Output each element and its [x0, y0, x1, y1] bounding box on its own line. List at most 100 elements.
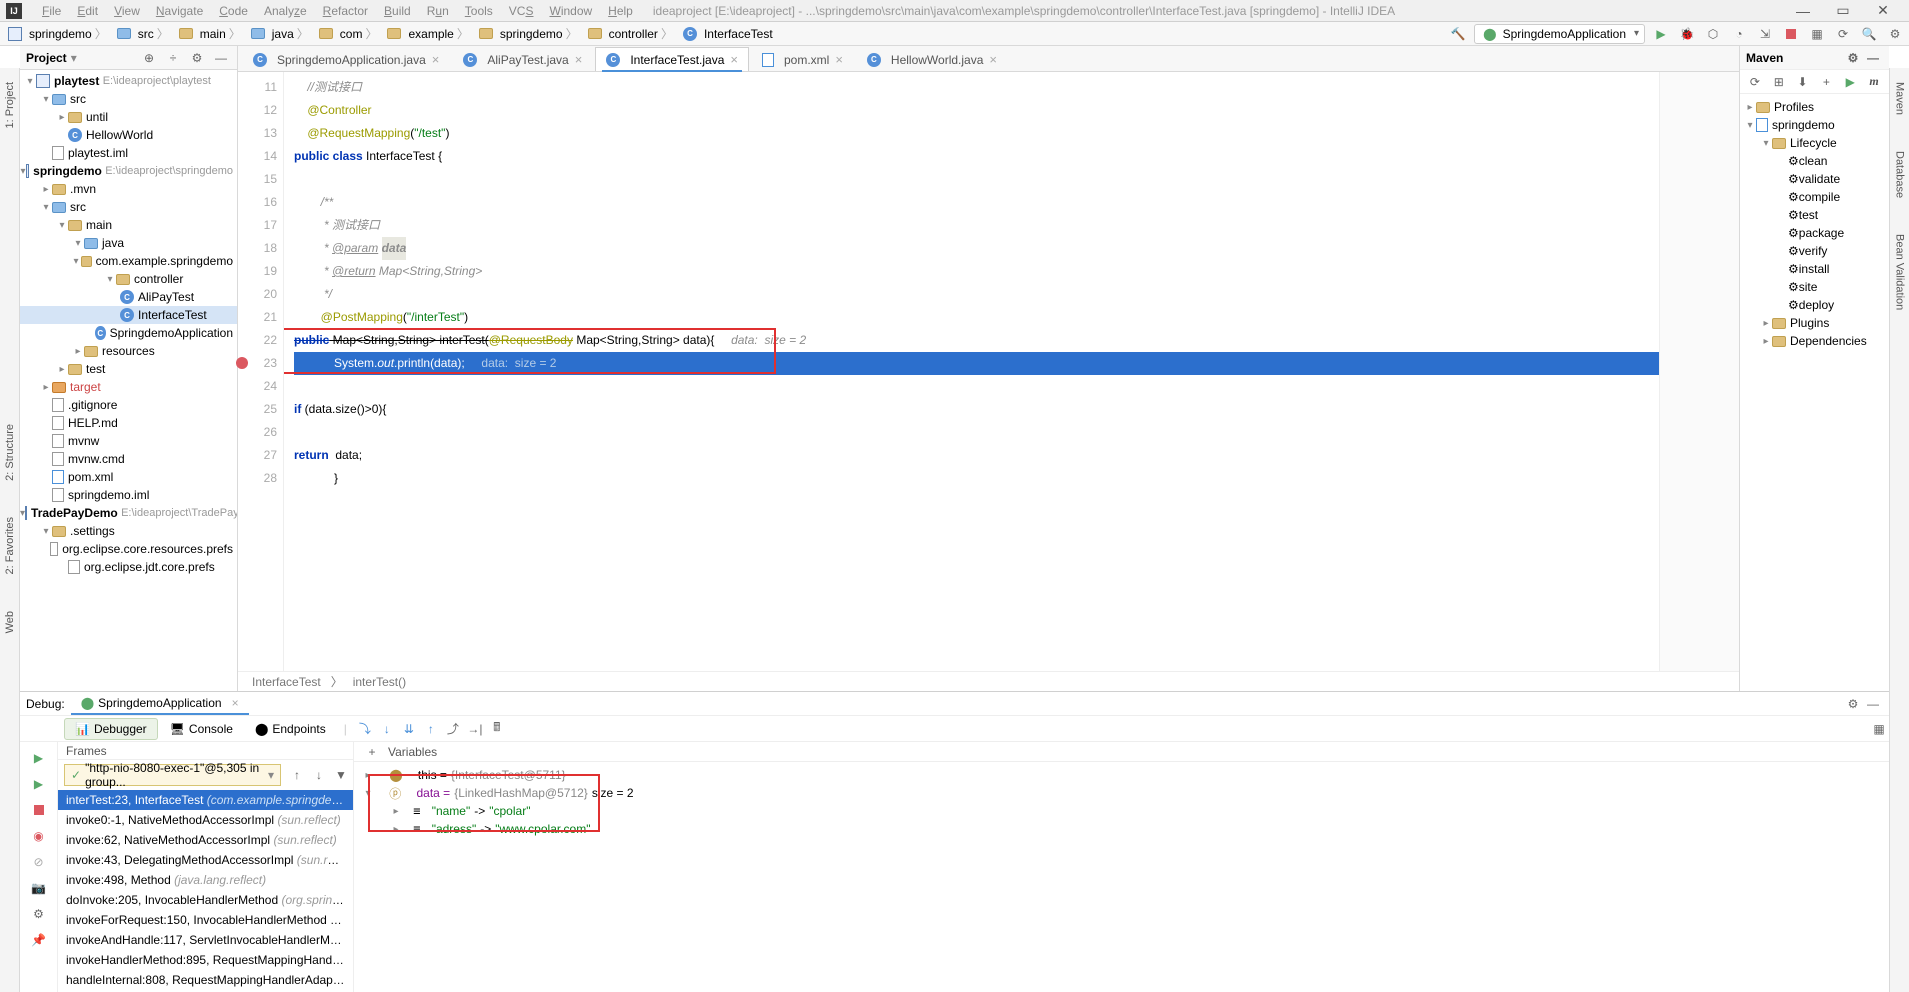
menu-file[interactable]: File: [34, 1, 69, 21]
stripe-project[interactable]: 1: Project: [2, 76, 18, 134]
maven-hide-icon[interactable]: —: [1863, 48, 1883, 68]
tab-helloworld[interactable]: CHellowWorld.java×: [856, 47, 1008, 71]
tab-springdemoapplication[interactable]: CSpringdemoApplication.java×: [242, 47, 450, 71]
menu-build[interactable]: Build: [376, 1, 419, 21]
maven-refresh-icon[interactable]: ⟳: [1746, 72, 1764, 92]
menu-vcs[interactable]: VCS: [501, 1, 542, 21]
add-watch-icon[interactable]: +: [362, 742, 382, 762]
view-breakpoints-icon[interactable]: ◉: [29, 826, 49, 846]
menu-view[interactable]: View: [106, 1, 148, 21]
endpoints-tab[interactable]: ⬤ Endpoints: [245, 719, 336, 739]
settings-gear-icon[interactable]: ⚙: [29, 904, 49, 924]
drop-frame-icon[interactable]: ⤴: [443, 719, 463, 739]
menu-tools[interactable]: Tools: [457, 1, 501, 21]
close-icon[interactable]: ×: [989, 52, 997, 67]
breadcrumb-src[interactable]: src〉: [113, 25, 173, 42]
menu-edit[interactable]: Edit: [69, 1, 106, 21]
close-icon[interactable]: ×: [835, 52, 843, 67]
step-into-icon[interactable]: ↓: [377, 719, 397, 739]
coverage-button[interactable]: ⬡: [1703, 24, 1723, 44]
force-step-into-icon[interactable]: ⇊: [399, 719, 419, 739]
breadcrumb-java[interactable]: java〉: [247, 25, 313, 42]
menu-window[interactable]: Window: [541, 1, 600, 21]
stop-icon[interactable]: [29, 800, 49, 820]
filter-frames-icon[interactable]: ▼: [331, 765, 351, 785]
close-icon[interactable]: ×: [432, 52, 440, 67]
editor-gutter[interactable]: 111213 141516 171819 202122 23 242526 27…: [238, 72, 284, 671]
menu-help[interactable]: Help: [600, 1, 641, 21]
build-button[interactable]: 🔨: [1448, 24, 1468, 44]
profile-button[interactable]: ◔: [1729, 24, 1749, 44]
layout-icon[interactable]: ▦: [1869, 719, 1889, 739]
maven-m-icon[interactable]: m: [1865, 72, 1883, 92]
project-select-target-icon[interactable]: ⊕: [139, 48, 159, 68]
stripe-database[interactable]: Database: [1892, 145, 1908, 204]
code-editor[interactable]: //测试接口 @Controller @RequestMapping("/tes…: [284, 72, 1659, 671]
maven-download-icon[interactable]: ⬇: [1794, 72, 1812, 92]
stripe-web[interactable]: Web: [2, 605, 18, 639]
variables-list[interactable]: ▸ ⬤ this = {InterfaceTest@5711} ▾ ⓟ data…: [354, 762, 1889, 842]
close-icon[interactable]: ×: [232, 696, 239, 710]
menu-analyze[interactable]: Analyze: [256, 1, 315, 21]
settings-button[interactable]: ⚙: [1885, 24, 1905, 44]
project-tree[interactable]: ▾playtest E:\ideaproject\playtest ▾src ▸…: [20, 70, 237, 691]
thread-selector[interactable]: ✓"http-nio-8080-exec-1"@5,305 in group..…: [64, 764, 281, 786]
search-everywhere-button[interactable]: 🔍: [1859, 24, 1879, 44]
menu-refactor[interactable]: Refactor: [315, 1, 376, 21]
menu-navigate[interactable]: Navigate: [148, 1, 211, 21]
stripe-favorites[interactable]: 2: Favorites: [2, 511, 18, 580]
run-to-cursor-icon[interactable]: →|: [465, 719, 485, 739]
run-button[interactable]: ▶: [1651, 24, 1671, 44]
step-out-icon[interactable]: ↑: [421, 719, 441, 739]
stripe-structure[interactable]: 2: Structure: [2, 418, 18, 487]
menu-run[interactable]: Run: [419, 1, 457, 21]
debugger-tab[interactable]: 📊 Debugger: [64, 718, 158, 740]
debug-session-tab[interactable]: ⬤ SpringdemoApplication ×: [71, 693, 249, 715]
close-icon[interactable]: ×: [730, 52, 738, 67]
breadcrumb-springdemo[interactable]: springdemo〉: [4, 25, 111, 42]
project-expand-icon[interactable]: ÷: [163, 48, 183, 68]
breadcrumb-com[interactable]: com〉: [315, 25, 382, 42]
mute-breakpoints-icon[interactable]: ⊘: [29, 852, 49, 872]
layout-button[interactable]: ▦: [1807, 24, 1827, 44]
breadcrumb-interfacetest[interactable]: CInterfaceTest: [679, 27, 777, 41]
close-icon[interactable]: ×: [575, 52, 583, 67]
debug-button[interactable]: 🐞: [1677, 24, 1697, 44]
update-button[interactable]: ⟳: [1833, 24, 1853, 44]
pin-icon[interactable]: 📌: [29, 930, 49, 950]
breakpoint-icon[interactable]: [236, 357, 248, 369]
menu-code[interactable]: Code: [211, 1, 256, 21]
maven-generate-icon[interactable]: ⊞: [1770, 72, 1788, 92]
step-over-icon[interactable]: ⤵: [355, 719, 375, 739]
maven-settings-icon[interactable]: ⚙: [1843, 48, 1863, 68]
breadcrumb-main[interactable]: main〉: [175, 25, 245, 42]
frames-list[interactable]: interTest:23, InterfaceTest (com.example…: [58, 790, 353, 992]
maven-run-icon[interactable]: ▶: [1841, 72, 1859, 92]
prev-frame-icon[interactable]: ↑: [287, 765, 307, 785]
project-settings-icon[interactable]: ⚙: [187, 48, 207, 68]
stripe-maven[interactable]: Maven: [1892, 76, 1908, 121]
rerun-icon[interactable]: ▶: [29, 748, 49, 768]
tab-pom[interactable]: pom.xml×: [751, 47, 854, 71]
window-minimize-button[interactable]: —: [1783, 3, 1823, 19]
tab-interfacetest[interactable]: CInterfaceTest.java×: [595, 47, 749, 71]
breadcrumb-controller[interactable]: controller〉: [584, 25, 677, 42]
breadcrumb-springdemo-pkg[interactable]: springdemo〉: [475, 25, 582, 42]
editor-minimap[interactable]: [1659, 72, 1739, 671]
next-frame-icon[interactable]: ↓: [309, 765, 329, 785]
console-tab[interactable]: 🖥 Console: [160, 719, 243, 739]
maven-add-icon[interactable]: +: [1817, 72, 1835, 92]
project-hide-icon[interactable]: —: [211, 48, 231, 68]
window-maximize-button[interactable]: ▭: [1823, 2, 1863, 19]
window-close-button[interactable]: ✕: [1863, 2, 1903, 19]
breadcrumb-example[interactable]: example〉: [383, 25, 472, 42]
camera-icon[interactable]: 📷: [29, 878, 49, 898]
run-config-combo[interactable]: ⬤ SpringdemoApplication: [1474, 24, 1645, 44]
tab-alipaytest[interactable]: CAliPayTest.java×: [452, 47, 593, 71]
debug-settings-icon[interactable]: ⚙: [1843, 694, 1863, 714]
debug-hide-icon[interactable]: —: [1863, 694, 1883, 714]
stripe-beanvalidation[interactable]: Bean Validation: [1892, 228, 1908, 316]
attach-button[interactable]: ⇲: [1755, 24, 1775, 44]
maven-tree[interactable]: ▸Profiles ▾springdemo ▾Lifecycle ⚙ clean…: [1740, 94, 1889, 691]
resume-icon[interactable]: ▶: [29, 774, 49, 794]
